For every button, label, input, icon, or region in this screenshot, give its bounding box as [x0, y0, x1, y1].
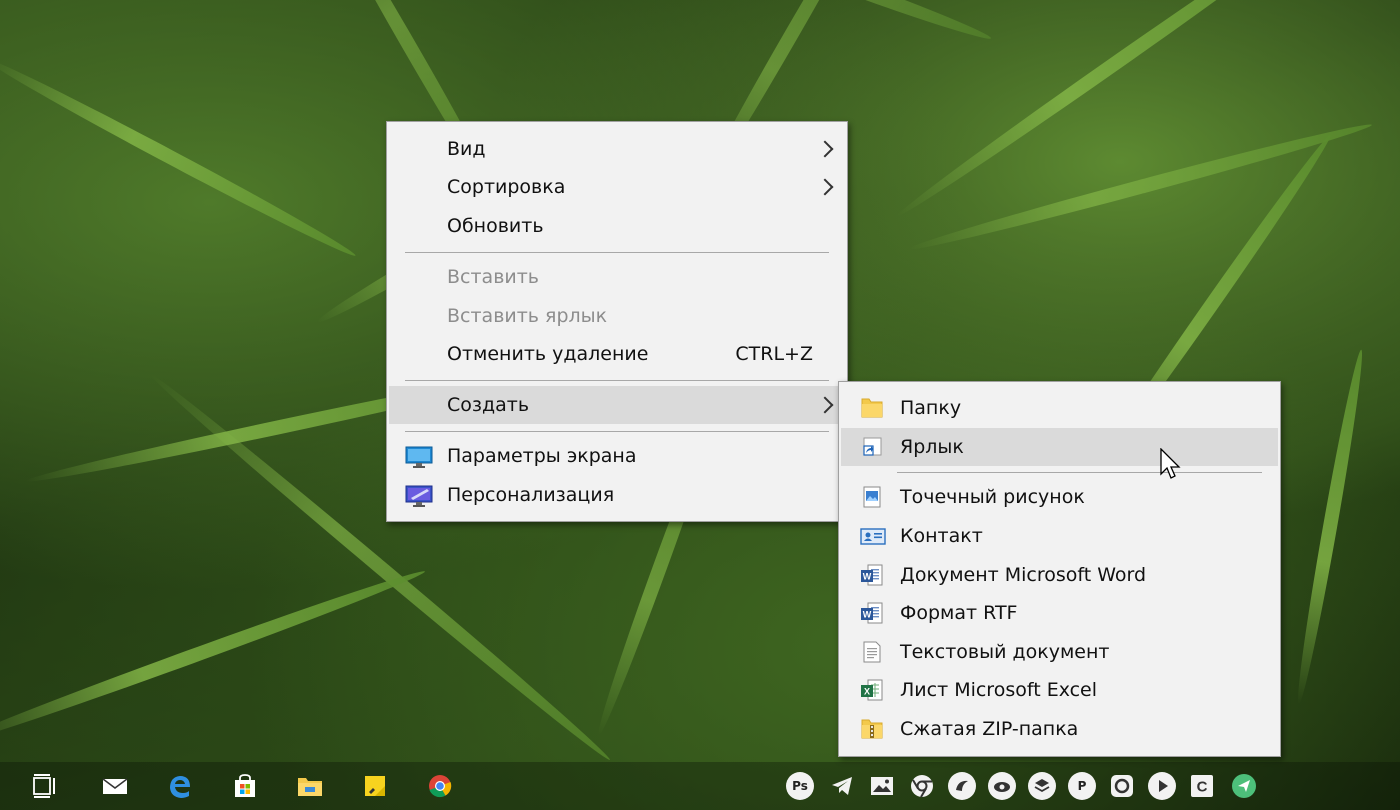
submenu-item-bitmap[interactable]: Точечный рисунок — [841, 478, 1278, 516]
app-record-icon[interactable] — [1108, 772, 1136, 800]
sticky-notes-icon[interactable] — [361, 772, 389, 800]
menu-item-personalize[interactable]: Персонализация — [389, 476, 845, 514]
app-c-icon[interactable]: C — [1188, 772, 1216, 800]
app-icon-2[interactable] — [988, 772, 1016, 800]
photoshop-icon[interactable]: Ps — [786, 772, 814, 800]
submenu-item-label: Формат RTF — [900, 602, 1018, 624]
submenu-item-label: Лист Microsoft Excel — [900, 679, 1098, 701]
submenu-item-rtf[interactable]: W Формат RTF — [841, 594, 1278, 632]
menu-separator — [405, 252, 829, 253]
menu-item-paste-shortcut[interactable]: Вставить ярлык — [389, 297, 845, 335]
submenu-item-label: Ярлык — [900, 436, 964, 458]
create-submenu: Папку Ярлык Точечный рисунок Контакт W Д… — [838, 381, 1281, 757]
mouse-cursor-icon — [1160, 447, 1184, 486]
send-icon[interactable] — [1230, 772, 1258, 800]
submenu-item-label: Точечный рисунок — [900, 486, 1085, 508]
chevron-right-icon — [816, 178, 834, 196]
submenu-item-label: Текстовый документ — [900, 641, 1110, 663]
file-explorer-icon[interactable] — [296, 772, 324, 800]
menu-item-label: Создать — [447, 394, 530, 416]
menu-item-label: Персонализация — [447, 484, 615, 506]
menu-item-undo-delete[interactable]: Отменить удаление CTRL+Z — [389, 335, 845, 373]
menu-item-label: Параметры экрана — [447, 445, 637, 467]
stack-icon[interactable] — [1028, 772, 1056, 800]
submenu-item-word[interactable]: W Документ Microsoft Word — [841, 556, 1278, 594]
submenu-item-zip[interactable]: Сжатая ZIP-папка — [841, 710, 1278, 748]
menu-item-sort[interactable]: Сортировка — [389, 168, 845, 206]
submenu-item-contact[interactable]: Контакт — [841, 517, 1278, 555]
telegram-icon[interactable] — [828, 772, 856, 800]
svg-text:W: W — [863, 572, 872, 582]
svg-text:C: C — [1197, 779, 1208, 796]
desktop-context-menu: Вид Сортировка Обновить Вставить Вставит… — [386, 121, 848, 522]
menu-separator — [897, 472, 1262, 473]
zip-folder-icon — [859, 716, 887, 740]
menu-item-label: Сортировка — [447, 176, 566, 198]
menu-item-label: Вид — [447, 138, 486, 160]
taskbar: Ps P C — [0, 762, 1400, 810]
menu-item-refresh[interactable]: Обновить — [389, 207, 845, 245]
mail-icon[interactable] — [101, 772, 129, 800]
photos-icon[interactable] — [868, 772, 896, 800]
submenu-item-folder[interactable]: Папку — [841, 389, 1278, 427]
menu-separator — [405, 380, 829, 381]
excel-sheet-icon: X — [859, 677, 887, 701]
app-p-icon[interactable]: P — [1068, 772, 1096, 800]
menu-item-label: Вставить — [447, 266, 540, 288]
task-view-icon[interactable] — [31, 772, 59, 800]
bitmap-icon — [859, 484, 887, 508]
play-icon[interactable] — [1148, 772, 1176, 800]
menu-item-new[interactable]: Создать — [389, 386, 845, 424]
menu-item-shortcut: CTRL+Z — [735, 343, 813, 365]
chrome-tray-icon[interactable] — [908, 772, 936, 800]
menu-item-label: Вставить ярлык — [447, 305, 608, 327]
submenu-item-label: Контакт — [900, 525, 983, 547]
shortcut-icon — [859, 434, 887, 458]
app-icon-1[interactable] — [948, 772, 976, 800]
chevron-right-icon — [816, 140, 834, 158]
rtf-document-icon: W — [859, 600, 887, 624]
text-document-icon — [859, 639, 887, 663]
menu-item-display-settings[interactable]: Параметры экрана — [389, 437, 845, 475]
menu-separator — [405, 431, 829, 432]
svg-text:W: W — [863, 610, 872, 620]
display-settings-icon — [405, 444, 433, 468]
submenu-item-excel[interactable]: X Лист Microsoft Excel — [841, 671, 1278, 709]
folder-icon — [859, 395, 887, 419]
submenu-item-text[interactable]: Текстовый документ — [841, 633, 1278, 671]
svg-text:X: X — [864, 687, 870, 697]
store-icon[interactable] — [231, 772, 259, 800]
chrome-icon[interactable] — [426, 772, 454, 800]
personalization-icon — [405, 483, 433, 507]
submenu-item-label: Документ Microsoft Word — [900, 564, 1147, 586]
menu-item-paste[interactable]: Вставить — [389, 258, 845, 296]
submenu-item-label: Папку — [900, 397, 962, 419]
menu-item-label: Отменить удаление — [447, 343, 649, 365]
chevron-right-icon — [816, 396, 834, 414]
menu-item-label: Обновить — [447, 215, 544, 237]
edge-icon[interactable] — [166, 772, 194, 800]
submenu-item-shortcut[interactable]: Ярлык — [841, 428, 1278, 466]
submenu-item-label: Сжатая ZIP-папка — [900, 718, 1079, 740]
contact-icon — [859, 523, 887, 547]
word-document-icon: W — [859, 562, 887, 586]
menu-item-view[interactable]: Вид — [389, 130, 845, 168]
